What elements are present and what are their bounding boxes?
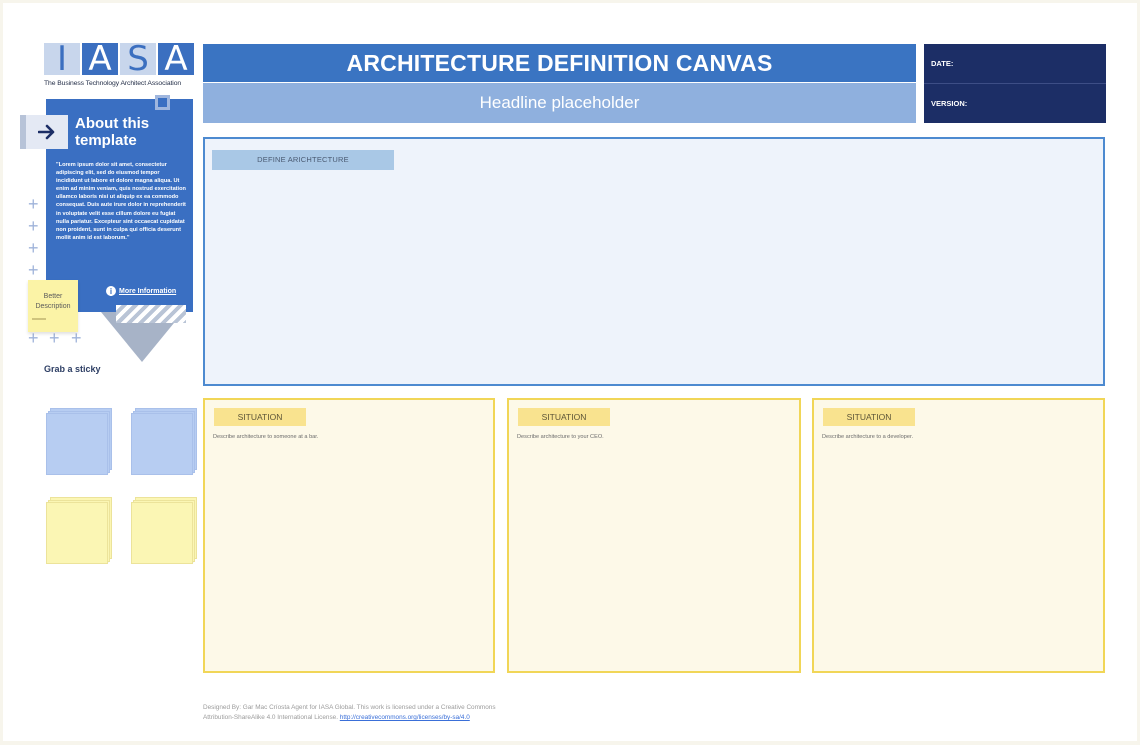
logo-letter: I bbox=[44, 42, 80, 76]
date-field[interactable]: DATE: bbox=[924, 44, 1106, 83]
plus-icon: + bbox=[28, 194, 39, 214]
about-description: "Lorem ipsum dolor sit amet, consectetur… bbox=[56, 162, 186, 241]
yellow-sticky-pad[interactable] bbox=[46, 497, 112, 564]
pad-sheet bbox=[131, 413, 193, 475]
date-label: DATE: bbox=[931, 59, 954, 68]
sticky-note[interactable]: Better Description bbox=[28, 280, 78, 332]
canvas-board: I A S A The Business Technology Architec… bbox=[3, 3, 1137, 741]
situation-description: Describe architecture to a developer. bbox=[822, 434, 914, 440]
blue-sticky-pad[interactable] bbox=[46, 408, 112, 475]
logo-letter: A bbox=[158, 42, 194, 76]
arrow-right-icon bbox=[38, 124, 55, 140]
more-information-label: More Information bbox=[119, 287, 177, 295]
define-architecture-area[interactable]: DEFINE ARICHTECTURE bbox=[203, 137, 1105, 386]
headline-placeholder[interactable]: Headline placeholder bbox=[203, 83, 916, 123]
situation-tag: SITUATION bbox=[823, 408, 915, 426]
license-footer: Designed By: Gar Mac Críosta Agent for I… bbox=[203, 703, 623, 723]
situation-description: Describe architecture to your CEO. bbox=[517, 434, 604, 440]
footer-line2: Attribution-ShareAlike 4.0 International… bbox=[203, 714, 338, 721]
sticky-note-line1: Better bbox=[43, 293, 63, 300]
logo-letter: S bbox=[120, 42, 156, 76]
situation-box-developer[interactable]: SITUATION Describe architecture to a dev… bbox=[812, 398, 1105, 673]
version-label: VERSION: bbox=[931, 98, 968, 108]
situation-box-bar[interactable]: SITUATION Describe architecture to someo… bbox=[203, 398, 495, 673]
blue-sticky-pad[interactable] bbox=[131, 408, 197, 475]
grab-sticky-label: Grab a sticky bbox=[44, 364, 101, 374]
pad-sheet bbox=[131, 502, 193, 564]
about-title: About this template bbox=[75, 115, 150, 149]
plus-icon: + bbox=[28, 260, 39, 280]
iasa-logo: I A S A The Business Technology Architec… bbox=[44, 42, 194, 89]
yellow-sticky-pad[interactable] bbox=[131, 497, 197, 564]
hatch-decoration bbox=[116, 305, 186, 323]
expand-button[interactable] bbox=[20, 115, 68, 149]
footer-line2-wrap: Attribution-ShareAlike 4.0 International… bbox=[203, 713, 623, 723]
situation-tag: SITUATION bbox=[518, 408, 610, 426]
logo-letters: I A S A bbox=[44, 42, 194, 76]
license-link[interactable]: http://creativecommons.org/licenses/by-s… bbox=[340, 714, 470, 721]
footer-line1: Designed By: Gar Mac Críosta Agent for I… bbox=[203, 704, 496, 711]
sticky-dash bbox=[32, 318, 46, 320]
meta-box: DATE: VERSION: bbox=[924, 44, 1106, 123]
pad-sheet bbox=[46, 502, 108, 564]
logo-letter: A bbox=[82, 42, 118, 76]
plus-icon: + bbox=[28, 238, 39, 258]
canvas-title[interactable]: ARCHITECTURE DEFINITION CANVAS bbox=[203, 44, 916, 82]
version-field[interactable]: VERSION: bbox=[924, 83, 1106, 122]
sticky-note-line2: Description bbox=[35, 303, 71, 310]
plus-icon: + bbox=[28, 216, 39, 236]
situation-tag: SITUATION bbox=[214, 408, 306, 426]
resize-handle[interactable] bbox=[155, 95, 170, 110]
pad-sheet bbox=[46, 413, 108, 475]
logo-tagline: The Business Technology Architect Associ… bbox=[44, 80, 182, 87]
situation-box-ceo[interactable]: SITUATION Describe architecture to your … bbox=[507, 398, 801, 673]
situation-description: Describe architecture to someone at a ba… bbox=[213, 434, 319, 440]
define-architecture-tag: DEFINE ARICHTECTURE bbox=[212, 150, 394, 170]
info-icon: i bbox=[106, 286, 116, 296]
more-information-link[interactable]: i More Information bbox=[106, 285, 188, 297]
